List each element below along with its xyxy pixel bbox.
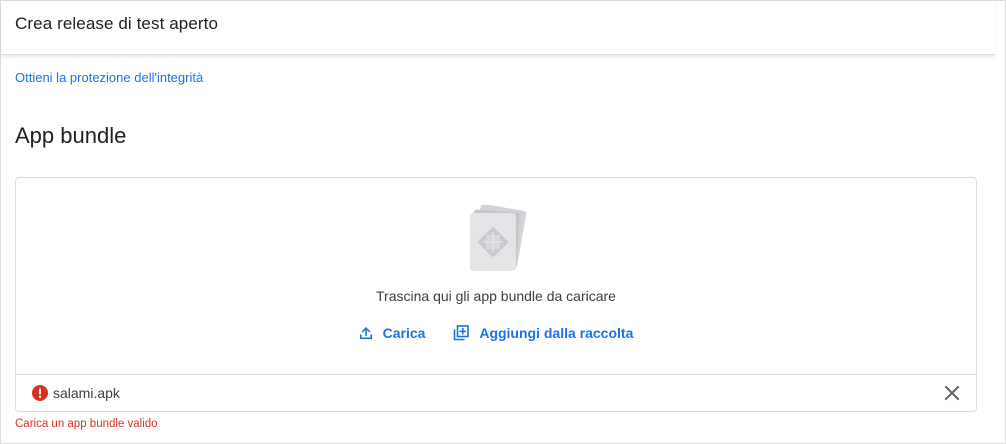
app-bundle-dropzone[interactable]: Trascina qui gli app bundle da caricare … bbox=[15, 177, 977, 412]
add-from-library-button[interactable]: Aggiungi dalla raccolta bbox=[453, 325, 633, 341]
drop-area[interactable]: Trascina qui gli app bundle da caricare … bbox=[16, 178, 976, 374]
release-panel: Crea release di test aperto Ottieni la p… bbox=[0, 0, 1006, 444]
upload-button-label: Carica bbox=[382, 325, 426, 342]
validation-error-message: Carica un app bundle valido bbox=[15, 418, 158, 430]
app-bundle-icon bbox=[470, 205, 527, 271]
add-from-library-label: Aggiungi dalla raccolta bbox=[479, 325, 634, 342]
file-name: salami.apk bbox=[53, 385, 120, 401]
drop-instruction: Trascina qui gli app bundle da caricare bbox=[376, 288, 616, 304]
upload-icon bbox=[359, 327, 372, 340]
uploaded-file-row: salami.apk bbox=[16, 374, 976, 412]
add-to-library-icon bbox=[454, 325, 470, 341]
page-title: Crea release di test aperto bbox=[15, 14, 219, 33]
error-icon bbox=[32, 385, 48, 401]
page-header: Crea release di test aperto bbox=[1, 1, 995, 55]
section-title: App bundle bbox=[15, 123, 127, 148]
upload-button[interactable]: Carica bbox=[359, 325, 426, 342]
upload-actions: Carica Aggiungi dalla raccolta bbox=[16, 324, 976, 341]
close-icon[interactable] bbox=[942, 383, 962, 403]
integrity-protection-link[interactable]: Ottieni la protezione dell'integrità bbox=[15, 70, 203, 85]
